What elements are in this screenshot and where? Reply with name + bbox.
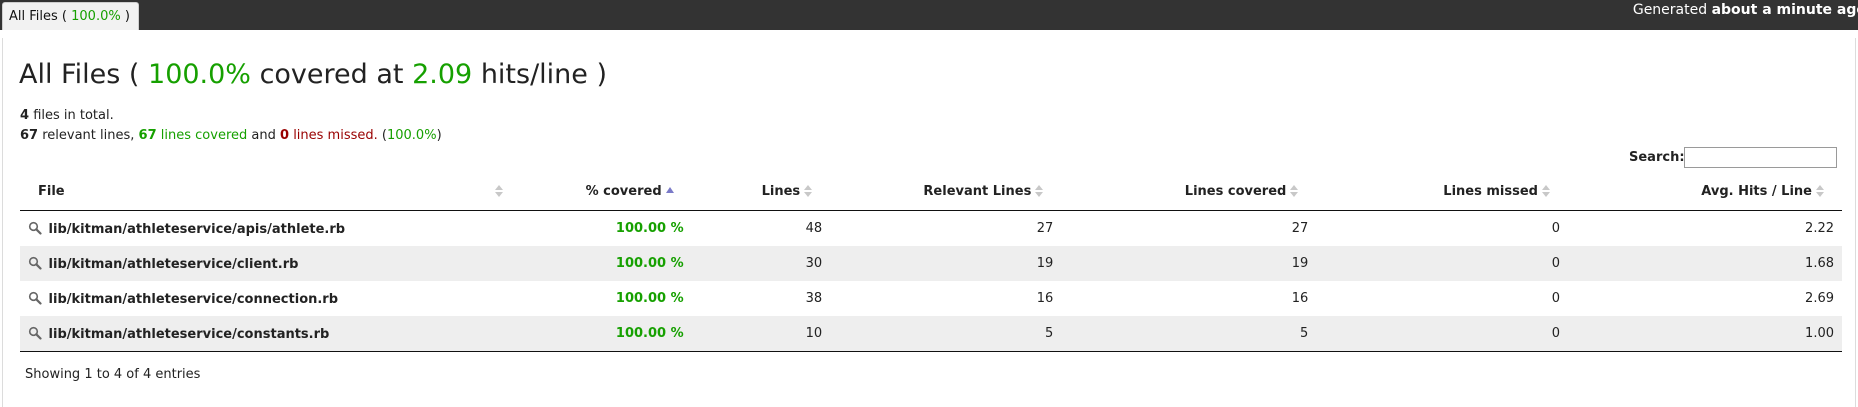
generated-timestamp: Generated about a minute ago bbox=[1632, 2, 1858, 18]
sort-arrows-icon bbox=[1541, 185, 1550, 197]
lines-covered-cell: 27 bbox=[1061, 210, 1317, 246]
sort-arrows-icon bbox=[1816, 185, 1824, 197]
sort-arrows-icon bbox=[804, 185, 813, 197]
column-header-lines[interactable]: Lines bbox=[691, 172, 831, 211]
file-cell[interactable]: lib/kitman/athleteservice/constants.rb bbox=[20, 316, 512, 352]
file-cell[interactable]: lib/kitman/athleteservice/connection.rb bbox=[20, 281, 512, 316]
search-label: Search: bbox=[1629, 150, 1685, 165]
lines-cell: 30 bbox=[691, 246, 831, 281]
title-hits: 2.09 bbox=[412, 59, 473, 90]
lines-covered-cell: 16 bbox=[1061, 281, 1317, 316]
missed-cell: 0 bbox=[1316, 316, 1568, 352]
table-header-row: File % covered Lines Relevant Lines Line… bbox=[20, 172, 1842, 211]
magnifier-icon bbox=[28, 291, 42, 305]
column-header-relevant-lines[interactable]: Relevant Lines bbox=[830, 172, 1062, 211]
files-summary: 4 files in total. bbox=[20, 108, 114, 123]
avg-hits-cell: 2.22 bbox=[1567, 210, 1842, 246]
table-row: lib/kitman/athleteservice/constants.rb 1… bbox=[20, 316, 1842, 352]
sort-arrows-icon bbox=[495, 185, 504, 197]
lines-covered-cell: 5 bbox=[1061, 316, 1317, 352]
column-header-avg-hits[interactable]: Avg. Hits / Line bbox=[1567, 172, 1842, 211]
lines-covered-cell: 19 bbox=[1061, 246, 1317, 281]
table-info: Showing 1 to 4 of 4 entries bbox=[25, 367, 201, 382]
lines-cell: 48 bbox=[691, 210, 831, 246]
file-link[interactable]: lib/kitman/athleteservice/apis/athlete.r… bbox=[49, 222, 346, 237]
file-cell[interactable]: lib/kitman/athleteservice/apis/athlete.r… bbox=[20, 210, 512, 246]
title-percent: 100.0% bbox=[148, 59, 251, 90]
coverage-table: File % covered Lines Relevant Lines Line… bbox=[20, 172, 1842, 352]
sort-arrows-icon bbox=[1290, 185, 1299, 197]
covered-cell: 100.00 % bbox=[511, 210, 692, 246]
column-header-lines-covered[interactable]: Lines covered bbox=[1061, 172, 1317, 211]
file-link[interactable]: lib/kitman/athleteservice/constants.rb bbox=[49, 327, 330, 342]
magnifier-icon bbox=[28, 256, 42, 270]
tab-all-files[interactable]: All Files ( 100.0% ) bbox=[2, 2, 139, 30]
avg-hits-cell: 1.68 bbox=[1567, 246, 1842, 281]
covered-cell: 100.00 % bbox=[511, 246, 692, 281]
covered-cell: 100.00 % bbox=[511, 281, 692, 316]
table-row: lib/kitman/athleteservice/connection.rb … bbox=[20, 281, 1842, 316]
table-row: lib/kitman/athleteservice/client.rb 100.… bbox=[20, 246, 1842, 281]
magnifier-icon bbox=[28, 221, 42, 235]
relevant-cell: 5 bbox=[830, 316, 1062, 352]
relevant-cell: 16 bbox=[830, 281, 1062, 316]
column-header-covered[interactable]: % covered bbox=[511, 172, 692, 211]
file-link[interactable]: lib/kitman/athleteservice/connection.rb bbox=[49, 292, 339, 307]
missed-cell: 0 bbox=[1316, 246, 1568, 281]
covered-cell: 100.00 % bbox=[511, 316, 692, 352]
sort-ascending-icon bbox=[665, 185, 674, 197]
page-title: All Files ( 100.0% covered at 2.09 hits/… bbox=[19, 59, 608, 90]
table-row: lib/kitman/athleteservice/apis/athlete.r… bbox=[20, 210, 1842, 246]
magnifier-icon bbox=[28, 326, 42, 340]
tab-label: All Files bbox=[9, 9, 58, 24]
missed-cell: 0 bbox=[1316, 210, 1568, 246]
top-bar: All Files ( 100.0% ) Generated about a m… bbox=[0, 0, 1858, 30]
file-cell[interactable]: lib/kitman/athleteservice/client.rb bbox=[20, 246, 512, 281]
lines-cell: 38 bbox=[691, 281, 831, 316]
lines-summary: 67 relevant lines, 67 lines covered and … bbox=[20, 128, 442, 143]
search-input[interactable] bbox=[1684, 147, 1837, 168]
sort-arrows-icon bbox=[1035, 185, 1044, 197]
relevant-cell: 27 bbox=[830, 210, 1062, 246]
column-header-lines-missed[interactable]: Lines missed bbox=[1316, 172, 1568, 211]
tab-percent: 100.0% bbox=[71, 9, 121, 24]
missed-cell: 0 bbox=[1316, 281, 1568, 316]
avg-hits-cell: 1.00 bbox=[1567, 316, 1842, 352]
file-link[interactable]: lib/kitman/athleteservice/client.rb bbox=[49, 257, 299, 272]
column-header-file[interactable]: File bbox=[20, 172, 512, 211]
avg-hits-cell: 2.69 bbox=[1567, 281, 1842, 316]
relevant-cell: 19 bbox=[830, 246, 1062, 281]
lines-cell: 10 bbox=[691, 316, 831, 352]
